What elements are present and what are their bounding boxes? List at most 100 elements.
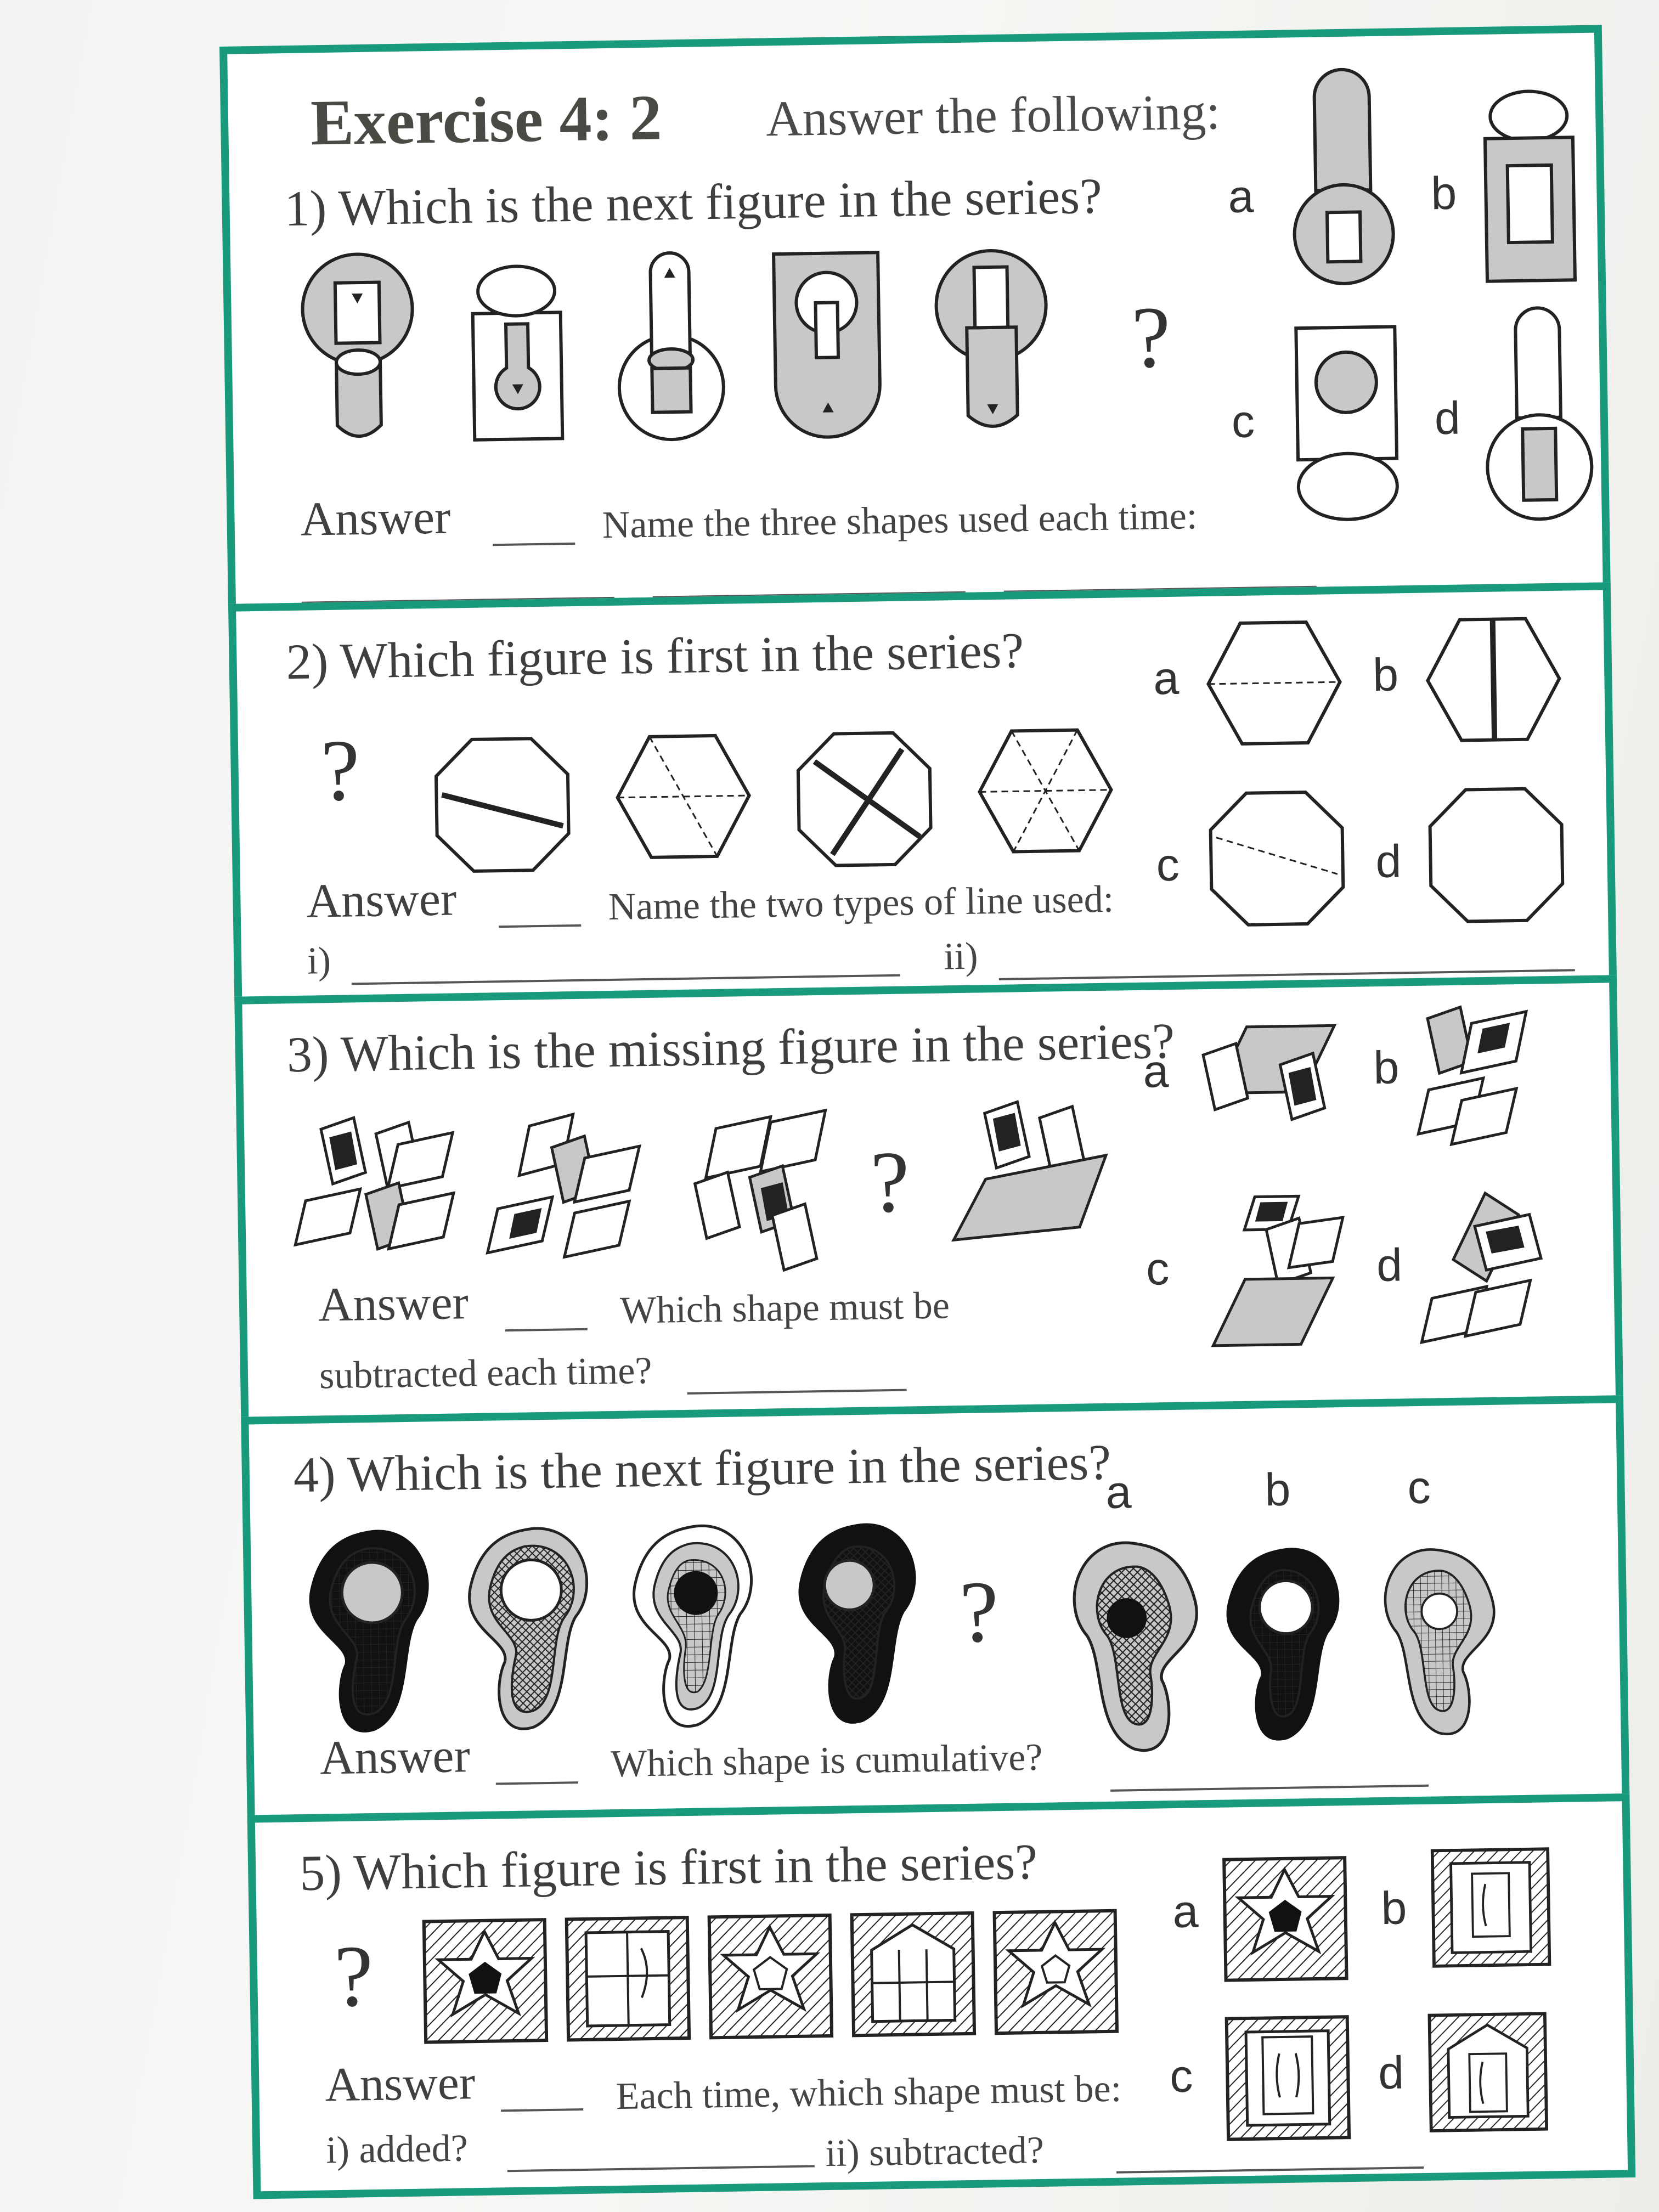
q3-option-a[interactable] [1192,1020,1358,1165]
q1-option-d[interactable] [1477,306,1601,528]
question-4-text: 4) Which is the next figure in the serie… [293,1434,1111,1503]
q2-prompt: Name the two types of line used: [608,878,1114,929]
q2-answer-label: Answer [306,872,457,928]
q2-answer-blank[interactable] [499,924,582,928]
question-2-box: 2) Which figure is first in the series? … [228,582,1617,1005]
q4-option-a-label: a [1105,1466,1132,1518]
q1-option-b-label: b [1430,167,1457,219]
q3-series-figure-1 [293,1116,456,1251]
question-4-box: 4) Which is the next figure in the serie… [241,1395,1630,1823]
q5-option-d[interactable] [1427,2011,1549,2133]
q4-answer-blank[interactable] [495,1781,578,1785]
q4-series-figure-1 [309,1530,429,1733]
q1-series-figure-1 [301,252,414,438]
q5-option-c-label: c [1169,2050,1194,2102]
question-5-text: 5) Which figure is first in the series? [299,1833,1038,1901]
q4-option-c[interactable] [1370,1526,1505,1758]
q2-missing-figure: ? [320,721,361,820]
q2-option-c[interactable] [1204,786,1349,931]
q3-answer-blank[interactable] [505,1328,588,1332]
q4-missing-figure: ? [958,1562,1000,1661]
q4-option-b[interactable] [1216,1528,1357,1760]
question-1-box: Exercise 4: 2 Answer the following: 1) W… [219,25,1611,612]
q1-option-b[interactable] [1473,82,1586,287]
q5-sub-i-label: i) added? [325,2127,469,2172]
q5-series-figure-1 [422,1918,549,2044]
question-1-text: 1) Which is the next figure in the serie… [284,167,1103,237]
q5-option-a-label: a [1172,1885,1199,1938]
q3-option-d-label: d [1376,1239,1403,1291]
q3-answer-label: Answer [318,1276,469,1332]
q1-option-c[interactable] [1285,315,1409,531]
q5-prompt: Each time, which shape must be: [616,2067,1122,2118]
q1-missing-figure: ? [1131,287,1171,386]
worksheet: Exercise 4: 2 Answer the following: 1) W… [219,25,1636,2199]
q1-prompt: Name the three shapes used each time: [602,495,1198,547]
q3-option-d[interactable] [1419,1191,1587,1359]
q4-series-figure-3 [633,1525,753,1728]
q3-option-b-label: b [1373,1041,1400,1094]
q2-option-b[interactable] [1421,613,1566,747]
q2-option-c-label: c [1155,838,1180,891]
q5-added-blank[interactable] [507,2165,815,2172]
q3-option-c-label: c [1146,1243,1170,1295]
q3-option-a-label: a [1142,1045,1169,1097]
q5-answer-label: Answer [324,2056,476,2112]
q5-option-c[interactable] [1224,2014,1352,2142]
q3-missing-figure: ? [870,1132,911,1231]
q5-subtracted-blank[interactable] [1116,2166,1424,2174]
q4-option-b-label: b [1264,1463,1291,1516]
q5-series-figure-2 [565,1915,691,2042]
q5-missing-figure: ? [333,1927,374,2025]
q4-option-c-label: c [1407,1461,1431,1514]
q5-sub-ii-label: ii) subtracted? [825,2129,1045,2175]
question-5-box: 5) Which figure is first in the series? … [247,1793,1636,2199]
q1-series-figure-3 [617,251,725,442]
q5-option-b[interactable] [1430,1846,1552,1968]
q2-sub-i-label: i) [307,940,331,983]
q2-option-d-label: d [1375,835,1402,888]
q1-option-a-label: a [1227,170,1254,223]
q3-option-b[interactable] [1417,1005,1583,1161]
q3-series-figure-5 [951,1100,1108,1242]
q1-option-a[interactable] [1281,67,1405,290]
question-3-box: 3) Which is the missing figure in the se… [234,975,1624,1425]
q2-option-b-label: b [1372,648,1399,701]
q3-prompt-line-1: Which shape must be [619,1284,950,1332]
exercise-subtitle: Answer the following: [765,83,1221,147]
q4-shape-blank[interactable] [1110,1784,1429,1792]
q4-answer-label: Answer [319,1729,471,1785]
q2-series-figure-1 [434,737,571,873]
q2-option-a[interactable] [1202,616,1347,750]
q1-option-c-label: c [1231,395,1255,448]
q3-shape-blank[interactable] [687,1389,907,1395]
question-3-text: 3) Which is the missing figure in the se… [286,1012,1175,1083]
q3-series-figure-3 [693,1108,827,1272]
q3-prompt-line-2: subtracted each time? [319,1349,652,1397]
q4-series-figure-2 [468,1527,589,1730]
q2-sub-ii-label: ii) [943,935,979,978]
question-2-text: 2) Which figure is first in the series? [285,622,1024,690]
q2-series-figure-2 [616,733,751,859]
q4-prompt: Which shape is cumulative? [610,1736,1043,1786]
q5-answer-blank[interactable] [501,2108,584,2112]
q4-option-a[interactable] [1057,1530,1209,1763]
q2-line-type-1-blank[interactable] [351,974,900,985]
q3-series-figure-2 [486,1112,641,1259]
q1-answer-label: Answer [300,490,452,546]
q5-option-a[interactable] [1221,1855,1350,1983]
q5-series-figure-4 [850,1911,977,2038]
q5-option-d-label: d [1378,2046,1404,2099]
q5-option-b-label: b [1380,1882,1408,1934]
q1-series-figure-5 [934,249,1048,428]
exercise-title: Exercise 4: 2 [310,81,663,159]
q5-series-figure-3 [707,1913,834,2040]
q3-option-c[interactable] [1189,1194,1367,1362]
q1-answer-blank[interactable] [493,542,575,546]
q2-option-d[interactable] [1424,783,1568,928]
q4-series-figure-4 [798,1523,916,1724]
q2-option-a-label: a [1153,652,1180,704]
q1-series-figure-4 [772,251,882,439]
q1-option-d-label: d [1434,392,1461,444]
q1-series-figure-2 [471,264,565,442]
